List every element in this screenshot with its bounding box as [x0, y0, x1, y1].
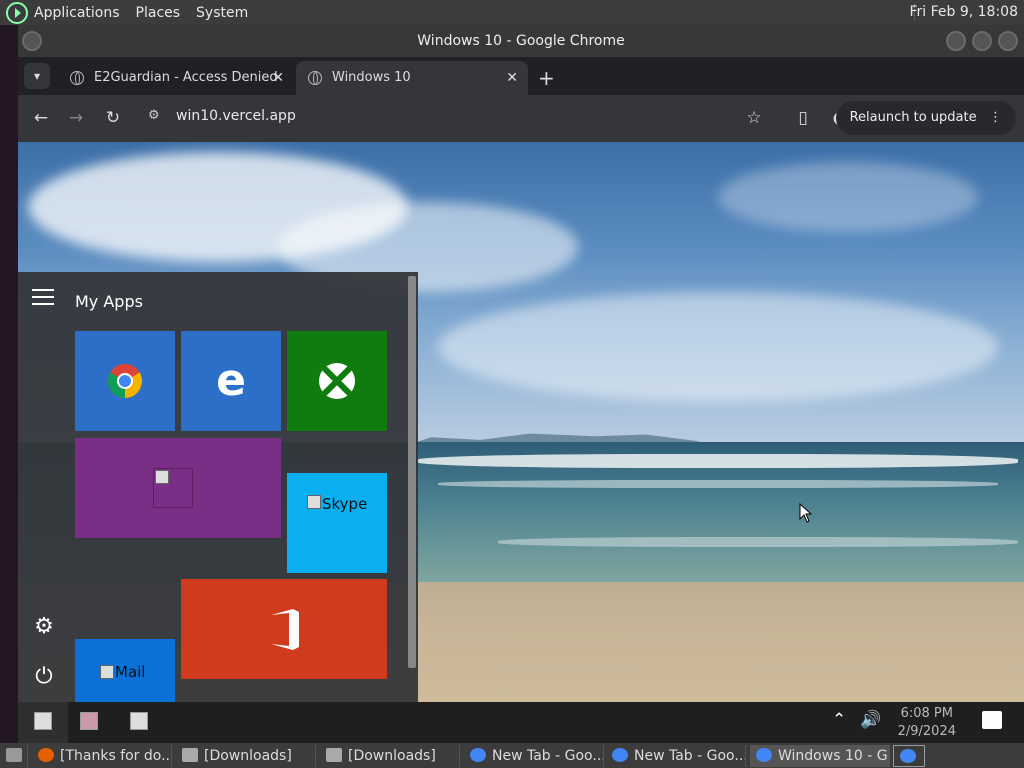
window-titlebar[interactable]: Windows 10 - Google Chrome [18, 25, 1024, 57]
distro-logo-icon[interactable] [6, 1, 28, 24]
window-menu-button[interactable] [22, 31, 42, 51]
broken-image-icon [34, 712, 52, 730]
new-tab-plus-icon[interactable]: + [538, 61, 555, 95]
clock[interactable]: Fri Feb 9, 18:08 [909, 4, 1018, 20]
chrome-window: Windows 10 - Google Chrome ▾ E2Guardian … [18, 25, 1024, 743]
folder-icon [182, 748, 198, 762]
close-button[interactable] [998, 31, 1018, 51]
start-menu-scrollbar[interactable] [408, 276, 416, 668]
broken-image-icon [100, 665, 114, 679]
places-menu[interactable]: Places [136, 5, 181, 21]
skype-alt-text: Skype [322, 495, 368, 513]
kebab-menu-icon[interactable]: ⋮ [981, 110, 1002, 125]
taskbar-date: 2/9/2024 [897, 724, 956, 739]
tab-close-icon[interactable]: ✕ [506, 61, 518, 95]
win10-taskbar: ⌃ 🔊 6:08 PM 2/9/2024 [18, 702, 1024, 743]
folder-icon [326, 748, 342, 762]
taskbar-window-label: [Downloads] [204, 748, 292, 764]
site-info-icon[interactable]: ⚙ [148, 108, 160, 123]
office-tile[interactable] [181, 579, 387, 679]
settings-gear-icon[interactable]: ⚙ [31, 614, 57, 639]
side-panel-icon[interactable]: ▯ [792, 107, 814, 129]
taskbar-window-label: Windows 10 - G... [778, 748, 890, 764]
office-logo-icon [271, 609, 299, 650]
show-desktop-button[interactable] [2, 745, 28, 767]
broken-image-icon [307, 495, 321, 509]
browser-toolbar: ← → ↻ ⚙ win10.vercel.app ☆ ▯ ● Relaunch … [18, 95, 1024, 142]
tab-e2guardian[interactable]: E2Guardian - Access Denied ✕ [58, 61, 294, 95]
tab-label: Windows 10 [332, 70, 411, 85]
mail-alt-text: Mail [115, 663, 146, 681]
taskbar-window-new-tab-1[interactable]: New Tab - Goo... [464, 745, 604, 767]
purple-tile[interactable] [75, 438, 281, 538]
wallpaper-foam [418, 454, 1018, 468]
maximize-button[interactable] [972, 31, 992, 51]
wallpaper-cloud [718, 162, 978, 232]
taskbar-window-label: New Tab - Goo... [492, 748, 604, 764]
edge-tile[interactable]: e [181, 331, 281, 431]
taskbar-window-downloads-2[interactable]: [Downloads] [320, 745, 460, 767]
firefox-icon [38, 748, 54, 762]
window-title: Windows 10 - Google Chrome [417, 33, 625, 49]
xbox-logo-icon [319, 363, 355, 399]
taskbar-clock[interactable]: 6:08 PM 2/9/2024 [898, 705, 956, 741]
hamburger-menu-icon[interactable] [32, 289, 54, 305]
tab-windows-10[interactable]: Windows 10 ✕ [296, 61, 528, 95]
relaunch-label: Relaunch to update [849, 110, 977, 125]
start-menu: My Apps e Skype Mail ⚙ ⏻ [18, 272, 418, 702]
taskbar-window-new-tab-2[interactable]: New Tab - Goo... [606, 745, 746, 767]
desktop-edge [0, 25, 18, 743]
system-menu[interactable]: System [196, 5, 248, 21]
tab-search-chevron-icon[interactable]: ▾ [24, 63, 50, 89]
chrome-tile[interactable] [75, 331, 175, 431]
chrome-logo-icon [108, 364, 142, 398]
applications-menu[interactable]: Applications [34, 5, 120, 21]
taskbar-chrome-launcher[interactable] [893, 745, 925, 767]
reload-icon[interactable]: ↻ [102, 107, 124, 129]
tab-close-icon[interactable]: ✕ [272, 61, 284, 95]
chrome-icon [756, 748, 772, 762]
tab-strip: ▾ E2Guardian - Access Denied ✕ Windows 1… [18, 57, 1024, 95]
chrome-icon [900, 749, 916, 763]
globe-icon [70, 71, 84, 85]
bookmark-star-icon[interactable]: ☆ [743, 107, 765, 129]
power-icon[interactable]: ⏻ [31, 664, 57, 689]
mouse-cursor-icon [799, 503, 813, 523]
xbox-tile[interactable] [287, 331, 387, 431]
win10-desktop[interactable]: My Apps e Skype Mail ⚙ ⏻ [18, 142, 1024, 702]
back-arrow-icon[interactable]: ← [30, 107, 52, 129]
chrome-icon [612, 748, 628, 762]
top-panel: Applications Places System Fri Feb 9, 18… [0, 0, 1024, 25]
start-menu-title: My Apps [75, 292, 143, 311]
forward-arrow-icon[interactable]: → [65, 107, 87, 129]
edge-logo-icon: e [216, 355, 246, 406]
action-center-icon[interactable] [982, 711, 1002, 729]
tab-label: E2Guardian - Access Denied [94, 70, 278, 85]
mail-tile[interactable]: Mail [75, 639, 175, 702]
taskbar-app-icon[interactable] [130, 712, 148, 730]
wallpaper-foam [438, 480, 998, 488]
wallpaper-foam [498, 537, 1018, 547]
taskbar-window-label: New Tab - Goo... [634, 748, 746, 764]
taskbar-window-firefox[interactable]: [Thanks for do... [32, 745, 172, 767]
svg-text:e: e [216, 355, 246, 406]
taskbar-window-windows-10[interactable]: Windows 10 - G... [750, 745, 890, 767]
taskbar-window-label: [Downloads] [348, 748, 436, 764]
skype-tile[interactable]: Skype [287, 473, 387, 573]
minimize-button[interactable] [946, 31, 966, 51]
taskbar-window-downloads-1[interactable]: [Downloads] [176, 745, 316, 767]
bottom-panel: [Thanks for do... [Downloads] [Downloads… [0, 743, 1024, 768]
tray-chevron-up-icon[interactable]: ⌃ [832, 710, 846, 730]
relaunch-to-update-button[interactable]: Relaunch to update ⋮ [835, 101, 1016, 135]
globe-icon [308, 71, 322, 85]
taskbar-app-icon[interactable] [80, 712, 98, 730]
chrome-icon [470, 748, 486, 762]
taskbar-window-label: [Thanks for do... [60, 748, 172, 764]
broken-image-icon [155, 470, 169, 484]
taskbar-time: 6:08 PM [900, 706, 953, 721]
volume-icon[interactable]: 🔊 [860, 710, 881, 730]
start-button[interactable] [18, 702, 68, 743]
address-bar[interactable]: win10.vercel.app [176, 108, 296, 124]
wallpaper-cloud [438, 292, 998, 402]
